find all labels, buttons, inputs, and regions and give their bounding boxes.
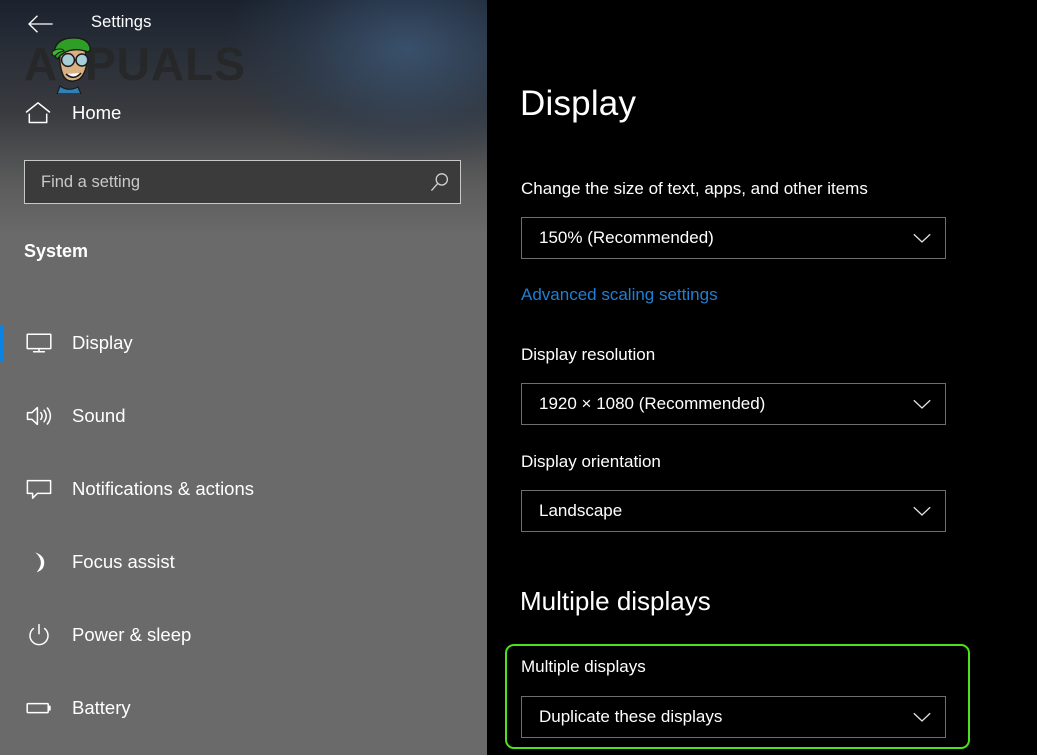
sidebar-item-home[interactable]: Home [0,93,487,133]
sidebar-item-notifications-label: Notifications & actions [72,478,255,499]
sidebar-item-home-label: Home [72,102,122,123]
scale-dropdown-value: 150% (Recommended) [539,228,714,247]
sidebar-item-sound-label: Sound [72,405,126,426]
orientation-dropdown[interactable]: Landscape [521,490,946,532]
scale-dropdown[interactable]: 150% (Recommended) [521,217,946,259]
sidebar-item-power-sleep-label: Power & sleep [72,624,192,645]
main-content-panel: Display Change the size of text, apps, a… [487,0,1037,755]
chevron-down-icon[interactable] [899,384,945,424]
window-title: Settings [91,13,152,31]
multiple-displays-dropdown-value: Duplicate these displays [539,707,723,726]
sidebar-item-display-label: Display [72,332,133,353]
search-input[interactable] [25,161,420,203]
sidebar-item-focus-assist[interactable]: Focus assist [0,539,487,585]
selection-indicator [0,398,4,434]
selection-indicator [0,690,4,726]
multiple-displays-dropdown[interactable]: Duplicate these displays [521,696,946,738]
sidebar: Settings A PUALS Home Find a setting Sys… [0,0,487,755]
resolution-label: Display resolution [521,345,656,364]
speaker-icon [24,401,54,431]
page-title: Display [520,84,637,123]
sidebar-item-display[interactable]: Display [0,320,487,366]
home-icon [24,100,52,126]
sidebar-nav-list: Display Sound Notifications & actions Fo… [0,320,487,755]
orientation-dropdown-value: Landscape [539,501,623,520]
sidebar-item-focus-assist-label: Focus assist [72,551,175,572]
chevron-down-icon[interactable] [899,697,945,737]
selection-indicator [0,325,4,361]
resolution-dropdown[interactable]: 1920 × 1080 (Recommended) [521,383,946,425]
sidebar-item-battery[interactable]: Battery [0,685,487,731]
monitor-icon [24,328,54,358]
notification-bubble-icon [24,474,54,504]
settings-window: Settings A PUALS Home Find a setting Sys… [0,0,1037,755]
sidebar-item-power-sleep[interactable]: Power & sleep [0,612,487,658]
sidebar-item-battery-label: Battery [72,697,131,718]
search-icon[interactable] [420,161,460,203]
sidebar-item-notifications[interactable]: Notifications & actions [0,466,487,512]
chevron-down-icon[interactable] [899,491,945,531]
sidebar-item-sound[interactable]: Sound [0,393,487,439]
search-box[interactable] [24,160,461,204]
advanced-scaling-settings-link[interactable]: Advanced scaling settings [521,285,718,305]
selection-indicator [0,471,4,507]
sidebar-section-heading: System [24,241,89,261]
moon-icon [24,547,54,577]
selection-indicator [0,544,4,580]
multiple-displays-heading: Multiple displays [520,586,711,616]
chevron-down-icon[interactable] [899,218,945,258]
resolution-dropdown-value: 1920 × 1080 (Recommended) [539,394,766,413]
battery-icon [24,693,54,723]
scale-label: Change the size of text, apps, and other… [521,179,868,198]
orientation-label: Display orientation [521,452,661,471]
multiple-displays-label: Multiple displays [521,657,646,676]
selection-indicator [0,617,4,653]
back-arrow-icon[interactable] [22,8,58,40]
title-bar: Settings [0,0,487,48]
power-icon [24,620,54,650]
